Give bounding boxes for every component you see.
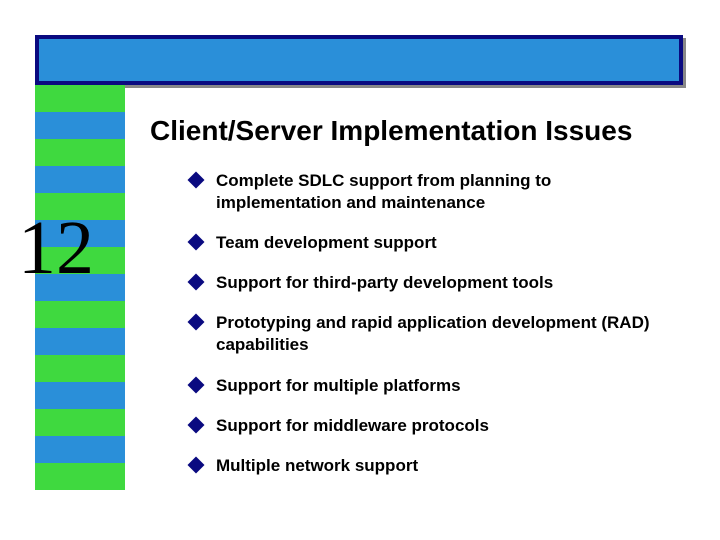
stripe (35, 328, 125, 355)
diamond-icon (188, 376, 205, 393)
diamond-icon (188, 172, 205, 189)
stripe (35, 436, 125, 463)
slide-title: Client/Server Implementation Issues (150, 115, 632, 147)
list-item: Support for multiple platforms (190, 375, 670, 397)
list-item: Support for third-party development tool… (190, 272, 670, 294)
stripe (35, 382, 125, 409)
list-item: Team development support (190, 232, 670, 254)
bullet-list: Complete SDLC support from planning to i… (190, 170, 670, 495)
bullet-text: Support for third-party development tool… (216, 272, 553, 294)
list-item: Multiple network support (190, 455, 670, 477)
bullet-text: Multiple network support (216, 455, 418, 477)
bullet-text: Prototyping and rapid application develo… (216, 312, 670, 356)
header-bar (35, 35, 683, 85)
stripe (35, 301, 125, 328)
diamond-icon (188, 456, 205, 473)
bullet-text: Complete SDLC support from planning to i… (216, 170, 670, 214)
stripe (35, 112, 125, 139)
stripe (35, 166, 125, 193)
bullet-text: Team development support (216, 232, 437, 254)
stripe (35, 463, 125, 490)
stripe (35, 355, 125, 382)
list-item: Support for middleware protocols (190, 415, 670, 437)
stripe (35, 409, 125, 436)
stripe (35, 85, 125, 112)
header-bar-inner (39, 39, 679, 81)
stripe (35, 139, 125, 166)
diamond-icon (188, 274, 205, 291)
diamond-icon (188, 416, 205, 433)
bullet-text: Support for multiple platforms (216, 375, 461, 397)
chapter-number: 12 (18, 205, 94, 292)
list-item: Prototyping and rapid application develo… (190, 312, 670, 356)
diamond-icon (188, 314, 205, 331)
diamond-icon (188, 234, 205, 251)
list-item: Complete SDLC support from planning to i… (190, 170, 670, 214)
bullet-text: Support for middleware protocols (216, 415, 489, 437)
